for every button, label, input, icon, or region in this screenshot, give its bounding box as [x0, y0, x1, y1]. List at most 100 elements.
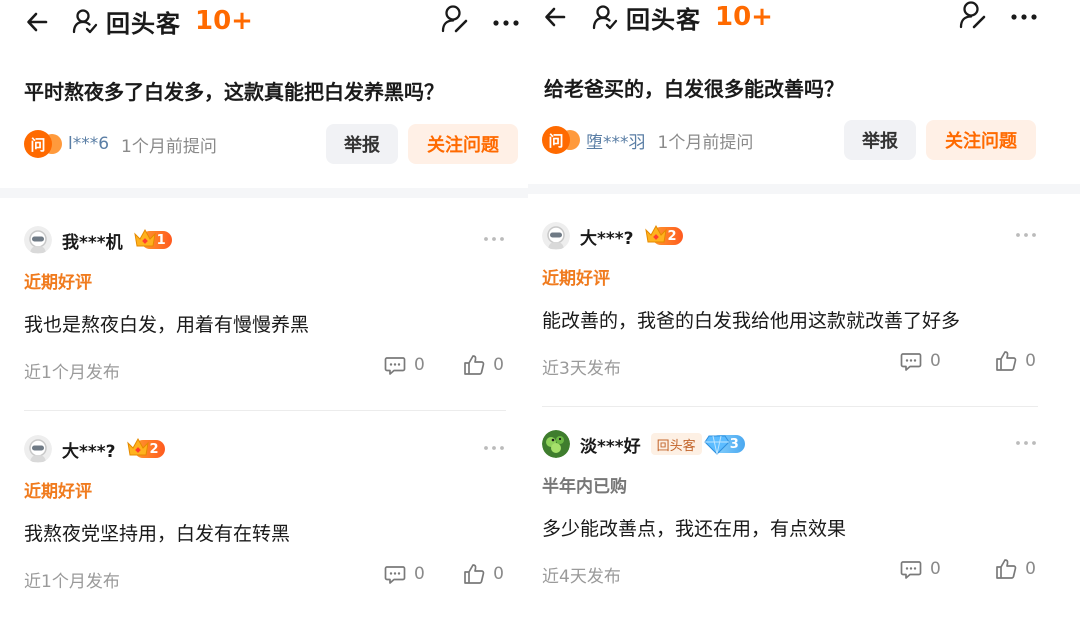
answer-time: 近1个月发布: [24, 363, 120, 383]
comment-count: 0: [930, 559, 941, 579]
more-dots-icon[interactable]: [490, 6, 522, 34]
answer-card: 淡***好 回头客 3 半年内已购 多少能改善点，我还在用，有点效果 近4天发布…: [542, 428, 1038, 629]
answer-header: 大***? 2: [542, 220, 683, 252]
answer-divider: [542, 406, 1038, 407]
question-text: 平时熬夜多了白发多，这款真能把白发养黑吗？: [24, 80, 444, 104]
follow-question-button[interactable]: 关注问题: [408, 124, 518, 164]
crown-icon: [126, 437, 149, 456]
person-icon: [72, 9, 98, 34]
like-button[interactable]: 0: [463, 563, 504, 585]
comment-count: 0: [930, 351, 941, 371]
repeat-customer-tag: 回头客: [650, 433, 702, 455]
like-button[interactable]: 0: [463, 354, 504, 376]
user-name[interactable]: 大***?: [62, 437, 116, 462]
crown-icon: [133, 228, 156, 247]
section-separator: [0, 188, 528, 198]
follow-question-button[interactable]: 关注问题: [926, 120, 1036, 160]
answer-tag: 近期好评: [542, 269, 610, 289]
asker-time: 1个月前提问: [657, 132, 754, 153]
question-badge-label: 问: [24, 130, 52, 158]
comment-button[interactable]: 0: [384, 354, 425, 376]
avatar[interactable]: [542, 222, 570, 250]
user-edit-icon[interactable]: [958, 0, 988, 30]
comment-icon: [900, 561, 922, 579]
asker-name[interactable]: l***6: [68, 134, 109, 154]
answer-tag: 近期好评: [24, 482, 92, 502]
user-edit-icon[interactable]: [440, 4, 470, 34]
person-icon: [592, 5, 618, 30]
asker-row: 问 堕***羽 1个月前提问: [542, 120, 753, 160]
nav-title: 回头客 10+: [592, 0, 773, 34]
answer-text: 能改善的，我爸的白发我给他用这款就改善了好多: [542, 310, 961, 332]
answer-text: 多少能改善点，我还在用，有点效果: [542, 518, 847, 540]
answer-text: 我熬夜党坚持用，白发有在转黑: [24, 523, 291, 545]
answer-time: 近4天发布: [542, 567, 621, 587]
comment-button[interactable]: 0: [900, 350, 941, 372]
section-separator: [528, 184, 1080, 194]
more-dots-icon[interactable]: [1014, 438, 1038, 448]
nav-title-text: 回头客: [626, 5, 701, 34]
like-button[interactable]: 0: [995, 558, 1036, 580]
answer-header: 淡***好 回头客 3: [542, 428, 745, 460]
report-button[interactable]: 举报: [844, 120, 916, 160]
comment-icon: [384, 357, 406, 375]
answer-header: 大***? 2: [24, 433, 165, 465]
nav-bar: 回头客 10+: [528, 0, 1080, 44]
asker-row: 问 l***6 1个月前提问: [24, 124, 217, 164]
more-dots-icon[interactable]: [1014, 230, 1038, 240]
avatar[interactable]: [24, 226, 52, 254]
back-arrow-icon[interactable]: [542, 3, 570, 31]
comment-button[interactable]: 0: [900, 558, 941, 580]
user-name[interactable]: 大***?: [580, 224, 634, 249]
crown-icon: [644, 224, 667, 243]
answer-tag: 半年内已购: [542, 477, 627, 497]
member-badge: 3: [704, 433, 745, 455]
comment-icon: [384, 566, 406, 584]
answer-card: 大***? 2 近期好评 我熬夜党坚持用，白发有在转黑 近1个月发布 0 0: [24, 433, 506, 629]
answer-time: 近1个月发布: [24, 572, 120, 592]
answer-time: 近3天发布: [542, 359, 621, 379]
comment-button[interactable]: 0: [384, 563, 425, 585]
avatar[interactable]: [24, 435, 52, 463]
thumbs-up-icon: [996, 351, 1017, 371]
level-badge: 1: [133, 228, 172, 251]
comment-count: 0: [414, 355, 425, 375]
nav-title: 回头客 10+: [72, 4, 253, 38]
level-badge: 2: [126, 437, 165, 460]
asker-time: 1个月前提问: [121, 136, 217, 157]
left-screen: 回头客 10+ 平时熬夜多了白发多，这款真能把白发养黑吗？ 问 l***6 1个…: [0, 0, 528, 629]
nav-bar: 回头客 10+: [0, 0, 528, 44]
like-count: 0: [493, 564, 504, 584]
report-button[interactable]: 举报: [326, 124, 398, 164]
back-arrow-icon[interactable]: [24, 8, 52, 36]
answer-header: 我***机 1: [24, 224, 172, 256]
nav-count: 10+: [715, 2, 773, 32]
question-badge: 问: [24, 128, 64, 160]
like-count: 0: [493, 355, 504, 375]
answer-card: 我***机 1 近期好评 我也是熬夜白发，用着有慢慢养黑 近1个月发布 0 0: [24, 224, 506, 434]
answer-divider: [24, 410, 506, 411]
right-screen: 回头客 10+ 给老爸买的，白发很多能改善吗？ 问 堕***羽 1个月前提问 举…: [528, 0, 1080, 629]
more-dots-icon[interactable]: [482, 443, 506, 453]
nav-title-text: 回头客: [106, 9, 181, 38]
question-badge-label: 问: [542, 126, 570, 154]
comment-icon: [900, 353, 922, 371]
answer-text: 我也是熬夜白发，用着有慢慢养黑: [24, 314, 310, 336]
more-dots-icon[interactable]: [482, 234, 506, 244]
user-name[interactable]: 淡***好: [580, 432, 641, 457]
thumbs-up-icon: [464, 564, 485, 584]
diamond-icon: [704, 435, 730, 455]
avatar[interactable]: [542, 430, 570, 458]
question-badge: 问: [542, 124, 582, 156]
nav-count: 10+: [195, 6, 253, 36]
asker-name[interactable]: 堕***羽: [586, 128, 646, 153]
user-name[interactable]: 我***机: [62, 228, 123, 253]
thumbs-up-icon: [464, 355, 485, 375]
comment-count: 0: [414, 564, 425, 584]
answer-card: 大***? 2 近期好评 能改善的，我爸的白发我给他用这款就改善了好多 近3天发…: [542, 220, 1038, 430]
answer-tag: 近期好评: [24, 273, 92, 293]
more-dots-icon[interactable]: [1008, 0, 1040, 28]
like-count: 0: [1025, 351, 1036, 371]
like-count: 0: [1025, 559, 1036, 579]
like-button[interactable]: 0: [995, 350, 1036, 372]
